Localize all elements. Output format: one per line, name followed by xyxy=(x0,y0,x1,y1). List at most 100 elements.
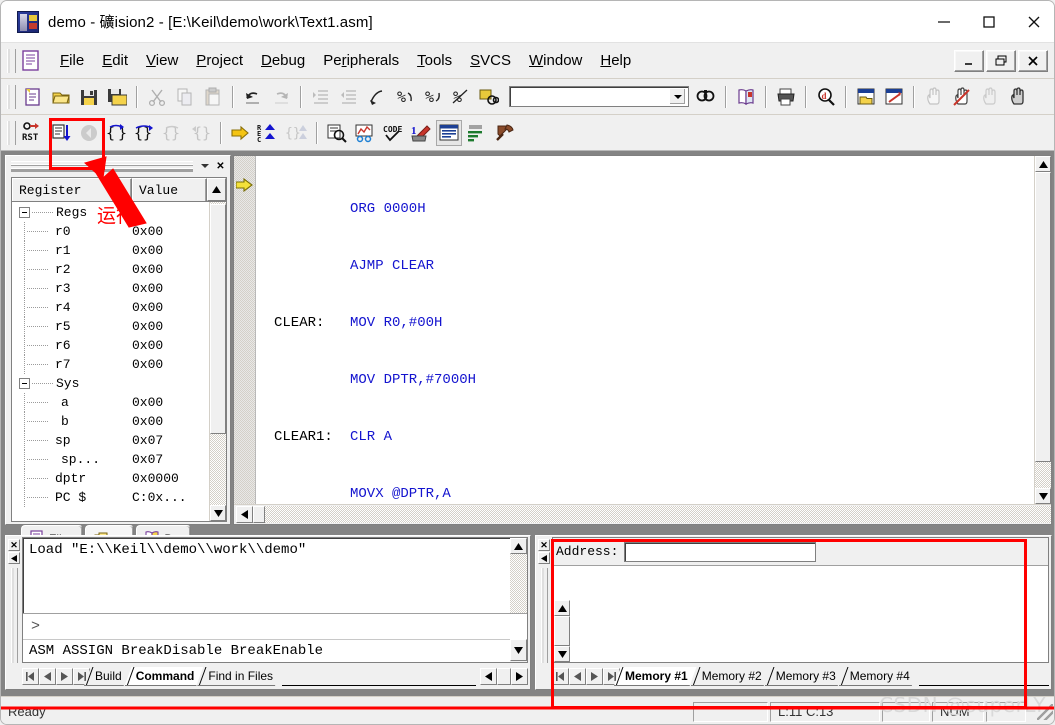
scrollbar-track[interactable] xyxy=(510,554,527,613)
menu-edit[interactable]: Edit xyxy=(93,48,137,73)
register-scroll-up-button[interactable] xyxy=(207,178,226,201)
table-row[interactable]: b 0x00 xyxy=(12,412,209,431)
collapse-left-icon[interactable] xyxy=(8,552,20,564)
show-next-statement-icon[interactable] xyxy=(228,120,254,146)
menu-tools[interactable]: Tools xyxy=(408,48,461,73)
hand-icon[interactable] xyxy=(921,84,947,110)
save-icon[interactable] xyxy=(76,84,102,110)
view-trace-icon[interactable]: {} xyxy=(284,120,310,146)
resize-grip-icon[interactable] xyxy=(1037,703,1053,720)
close-icon[interactable]: ✕ xyxy=(538,539,550,551)
column-header-register[interactable]: Register xyxy=(12,178,132,201)
table-row[interactable]: Regs xyxy=(12,203,209,222)
step-into-icon[interactable]: {} xyxy=(104,120,130,146)
table-row[interactable]: r4 0x00 xyxy=(12,298,209,317)
command-input-row[interactable]: > xyxy=(23,613,527,639)
tab-find-in-files[interactable]: Find in Files xyxy=(197,667,282,686)
open-manual-icon[interactable] xyxy=(733,84,759,110)
find-combo[interactable] xyxy=(509,86,689,107)
first-icon[interactable] xyxy=(552,667,569,685)
save-all-icon[interactable] xyxy=(104,84,130,110)
print-icon[interactable] xyxy=(773,84,799,110)
step-out-icon[interactable]: {} xyxy=(160,120,186,146)
collapse-left-icon[interactable] xyxy=(538,552,550,564)
memory-window-icon[interactable] xyxy=(436,119,462,146)
tab-memory-1[interactable]: Memory #1 xyxy=(614,667,697,686)
output-window-icon[interactable] xyxy=(881,84,907,110)
minimize-button[interactable] xyxy=(921,1,966,43)
maximize-button[interactable] xyxy=(966,1,1011,43)
project-window-icon[interactable] xyxy=(853,84,879,110)
editor-gutter[interactable] xyxy=(234,156,256,504)
table-row[interactable]: dptr 0x0000 xyxy=(12,469,209,488)
find-icon[interactable] xyxy=(693,84,719,110)
copy-icon[interactable] xyxy=(172,84,198,110)
collapse-icon[interactable] xyxy=(19,378,30,389)
table-row[interactable]: r0 0x00 xyxy=(12,222,209,241)
table-row[interactable]: r3 0x00 xyxy=(12,279,209,298)
toggle-bookmark-icon[interactable] xyxy=(364,84,390,110)
register-panel-grip[interactable] xyxy=(11,160,193,172)
register-vertical-scrollbar[interactable] xyxy=(209,202,226,521)
hscroll-thumb[interactable] xyxy=(253,506,265,523)
mdi-minimize-button[interactable] xyxy=(954,49,984,72)
prev-bookmark-icon[interactable]: % xyxy=(420,84,446,110)
menu-debug[interactable]: Debug xyxy=(252,48,314,73)
dock-grip[interactable] xyxy=(540,568,548,663)
command-input[interactable] xyxy=(44,614,510,639)
scroll-down-button[interactable] xyxy=(510,639,527,661)
close-icon[interactable]: ✕ xyxy=(213,158,228,174)
debug-toolbar-grip[interactable] xyxy=(7,120,16,145)
editor-vertical-scrollbar[interactable] xyxy=(1034,156,1051,504)
menu-view[interactable]: View xyxy=(137,48,187,73)
prev-icon[interactable] xyxy=(569,667,586,685)
menu-file[interactable]: File xyxy=(51,48,93,73)
close-icon[interactable]: ✕ xyxy=(8,539,20,551)
new-file-icon[interactable] xyxy=(20,84,46,110)
scroll-down-button[interactable] xyxy=(554,646,570,662)
table-row[interactable]: r1 0x00 xyxy=(12,241,209,260)
table-row[interactable]: a 0x00 xyxy=(12,393,209,412)
debug-session-icon[interactable]: d xyxy=(813,84,839,110)
hscroll-thumb[interactable] xyxy=(497,667,511,685)
editor-horizontal-scrollbar[interactable] xyxy=(234,504,1051,524)
table-row[interactable]: r5 0x00 xyxy=(12,317,209,336)
table-row[interactable]: r6 0x00 xyxy=(12,336,209,355)
menu-window[interactable]: Window xyxy=(520,48,591,73)
open-file-icon[interactable] xyxy=(48,84,74,110)
hand-cancel-icon[interactable] xyxy=(949,84,975,110)
menubar-grip[interactable] xyxy=(7,48,16,73)
tab-command[interactable]: Command xyxy=(125,667,204,686)
scroll-down-button[interactable] xyxy=(1035,488,1051,504)
code-coverage-icon[interactable]: CODE xyxy=(380,120,406,146)
reset-cpu-icon[interactable]: RST xyxy=(20,120,46,146)
scroll-down-button[interactable] xyxy=(210,505,226,521)
menu-peripherals[interactable]: Peripherals xyxy=(314,48,408,73)
command-scroll-down-wrap[interactable] xyxy=(510,639,527,662)
scrollbar-thumb[interactable] xyxy=(554,616,570,646)
table-row[interactable]: PC $ C:0x... xyxy=(12,488,209,507)
scroll-right-button[interactable] xyxy=(511,667,528,685)
close-button[interactable] xyxy=(1011,1,1054,43)
run-icon[interactable] xyxy=(48,120,74,146)
scrollbar-thumb[interactable] xyxy=(210,204,226,434)
collapse-icon[interactable] xyxy=(19,207,30,218)
editor-code-area[interactable]: ORG 0000H AJMP CLEAR CLEAR: MOV R0,#00H M… xyxy=(256,156,1034,504)
file-toolbar-grip[interactable] xyxy=(7,84,16,109)
undo-icon[interactable] xyxy=(240,84,266,110)
chevron-down-icon[interactable] xyxy=(197,158,212,174)
scrollbar-thumb[interactable] xyxy=(1035,172,1051,462)
scroll-left-button[interactable] xyxy=(480,667,497,685)
scroll-left-button[interactable] xyxy=(236,506,253,523)
run-to-cursor-icon[interactable]: {} xyxy=(188,120,214,146)
scroll-up-button[interactable] xyxy=(554,600,570,616)
disassembly-window-icon[interactable] xyxy=(324,120,350,146)
prev-icon[interactable] xyxy=(39,667,56,685)
indent-icon[interactable] xyxy=(308,84,334,110)
table-row[interactable]: r2 0x00 xyxy=(12,260,209,279)
scroll-up-button[interactable] xyxy=(510,538,527,554)
mdi-restore-button[interactable] xyxy=(986,49,1016,72)
tab-memory-3[interactable]: Memory #3 xyxy=(765,667,845,686)
first-icon[interactable] xyxy=(22,667,39,685)
next-icon[interactable] xyxy=(56,667,73,685)
